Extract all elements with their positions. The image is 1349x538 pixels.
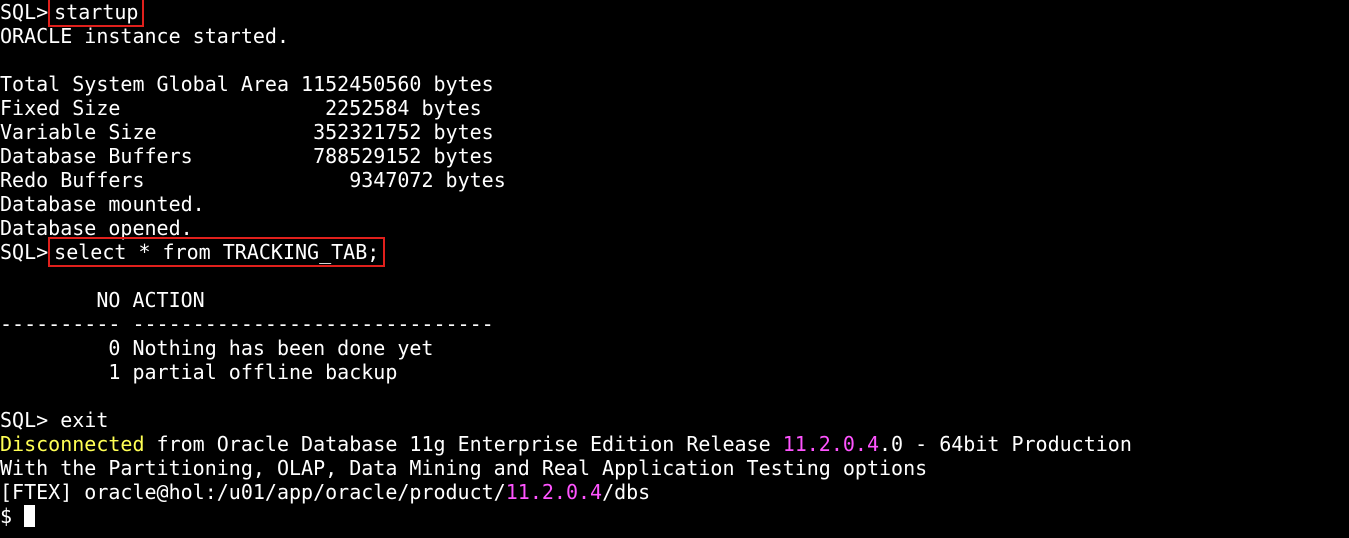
terminal-line-startup: SQL> startup (0, 0, 1349, 27)
disconnect-text: from Oracle Database 11g Enterprise Edit… (144, 432, 783, 456)
sga-unit: bytes (433, 120, 494, 144)
sga-value: 1152450560 (301, 72, 422, 96)
sga-row-buffers: Database Buffers 788529152 bytes (0, 144, 1349, 168)
text-cursor[interactable] (24, 505, 36, 527)
sga-unit: bytes (421, 96, 482, 120)
sga-row-redo: Redo Buffers 9347072 bytes (0, 168, 1349, 192)
query-separator: ---------- -----------------------------… (0, 312, 494, 336)
query-row: 0 Nothing has been done yet (0, 336, 434, 360)
query-header: NO ACTION (0, 288, 205, 312)
terminal-line-exit: SQL> exit (0, 408, 1349, 432)
select-command: select * from TRACKING_TAB; (48, 237, 386, 267)
startup-command: startup (48, 0, 145, 27)
sga-label: Fixed Size (0, 96, 121, 120)
database-opened-text: Database opened. (0, 216, 193, 240)
sga-unit: bytes (433, 72, 494, 96)
terminal-line-select: SQL> select * from TRACKING_TAB; (0, 237, 1349, 267)
sql-prompt: SQL> (0, 0, 49, 24)
sga-label: Variable Size (0, 120, 157, 144)
instance-started-text: ORACLE instance started. (0, 24, 289, 48)
sga-label: Database Buffers (0, 144, 193, 168)
sga-value: 352321752 (313, 120, 422, 144)
sga-value: 9347072 (349, 168, 434, 192)
sga-unit: bytes (445, 168, 506, 192)
disconnect-tail: .0 - 64bit Production (879, 432, 1132, 456)
query-row: 1 partial offline backup (0, 360, 398, 384)
exit-command: exit (60, 408, 109, 432)
disconnected-word: Disconnected (0, 432, 145, 456)
release-version: 11.2.0.4 (782, 432, 880, 456)
database-mounted-text: Database mounted. (0, 192, 205, 216)
terminal-window[interactable]: SQL> startup ORACLE instance started. Tot… (0, 0, 1349, 538)
sga-label: Redo Buffers (0, 168, 145, 192)
shell-path-version: 11.2.0.4 (505, 480, 603, 504)
sga-unit: bytes (433, 144, 494, 168)
shell-path-line: [FTEX] oracle@hol:/u01/app/oracle/produc… (0, 480, 1349, 504)
options-line: With the Partitioning, OLAP, Data Mining… (0, 456, 928, 480)
sga-label: Total System Global Area (0, 72, 289, 96)
shell-path-suffix: /dbs (602, 480, 651, 504)
sga-row-total: Total System Global Area 1152450560 byte… (0, 72, 1349, 96)
shell-prompt-line[interactable]: $ (0, 504, 1349, 528)
sga-row-variable: Variable Size 352321752 bytes (0, 120, 1349, 144)
sga-row-fixed: Fixed Size 2252584 bytes (0, 96, 1349, 120)
shell-prompt: $ (0, 504, 13, 528)
sga-value: 2252584 (325, 96, 410, 120)
shell-path-prefix: [FTEX] oracle@hol:/u01/app/oracle/produc… (0, 480, 506, 504)
disconnect-line: Disconnected from Oracle Database 11g En… (0, 432, 1349, 456)
sql-prompt: SQL> (0, 240, 49, 264)
sql-prompt: SQL> (0, 408, 49, 432)
sga-value: 788529152 (313, 144, 422, 168)
